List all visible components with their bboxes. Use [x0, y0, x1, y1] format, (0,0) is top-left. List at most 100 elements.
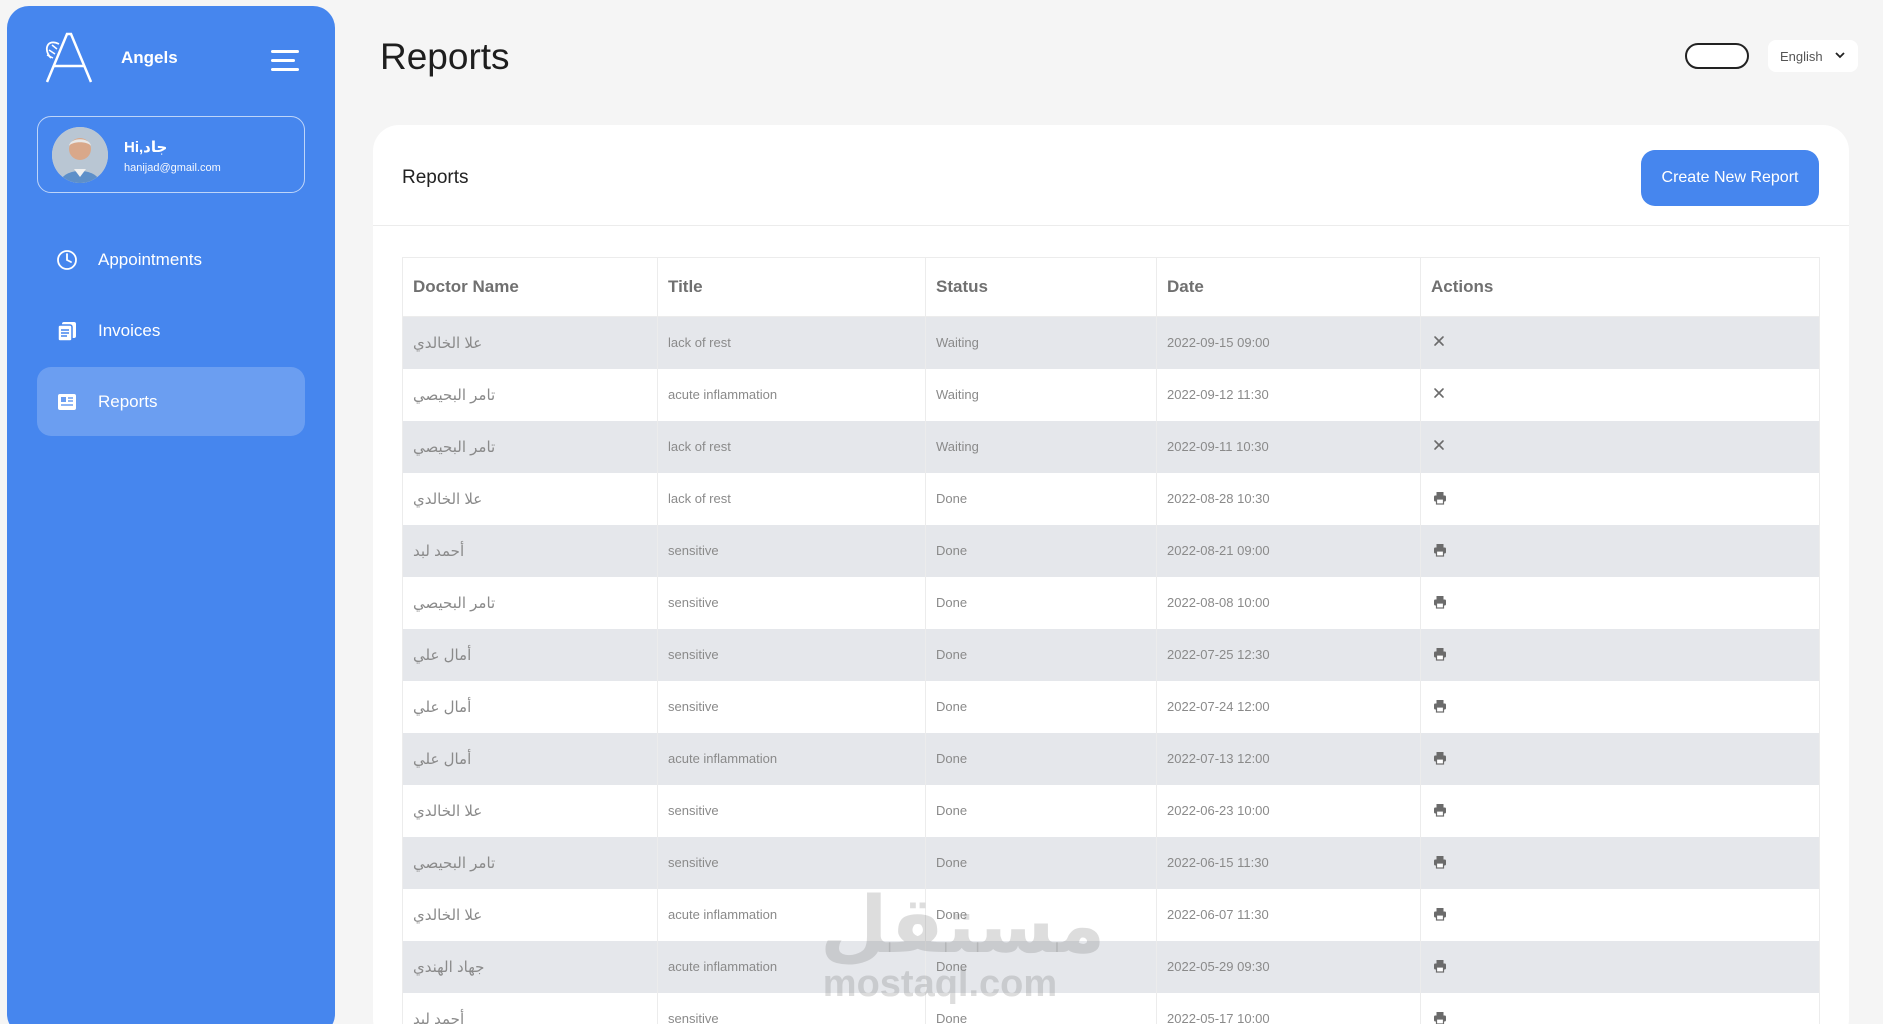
theme-toggle[interactable]: [1685, 43, 1749, 69]
print-icon[interactable]: [1433, 595, 1449, 611]
print-icon[interactable]: [1433, 803, 1449, 819]
table-row: تامر البحيصي lack of rest Waiting 2022-09-1…: [402, 420, 1820, 473]
cell-title: acute inflammation: [657, 368, 926, 421]
menu-toggle-icon[interactable]: [271, 50, 301, 74]
cell-doctor-name: أحمد لبد: [402, 992, 658, 1024]
cell-date: 2022-05-29 09:30: [1156, 940, 1421, 993]
cell-actions: [1420, 628, 1820, 681]
cell-status: Done: [925, 940, 1157, 993]
cell-date: 2022-05-17 10:00: [1156, 992, 1421, 1024]
reports-card: Reports Create New Report Doctor Name Ti…: [373, 125, 1849, 1024]
cell-doctor-name: تامر البحيصي: [402, 420, 658, 473]
cell-actions: [1420, 420, 1820, 473]
cell-actions: [1420, 680, 1820, 733]
cell-date: 2022-07-25 12:30: [1156, 628, 1421, 681]
cell-title: acute inflammation: [657, 940, 926, 993]
cell-title: sensitive: [657, 836, 926, 889]
cell-date: 2022-09-15 09:00: [1156, 316, 1421, 369]
cancel-icon[interactable]: [1433, 335, 1449, 351]
reports-icon: [55, 390, 79, 414]
cell-actions: [1420, 940, 1820, 993]
column-header-title[interactable]: Title: [657, 257, 926, 317]
cancel-icon[interactable]: [1433, 439, 1449, 455]
angels-logo-icon: [45, 32, 93, 83]
cell-actions: [1420, 316, 1820, 369]
print-icon[interactable]: [1433, 491, 1449, 507]
cell-actions: [1420, 732, 1820, 785]
cell-status: Waiting: [925, 420, 1157, 473]
cell-status: Done: [925, 836, 1157, 889]
cell-title: lack of rest: [657, 472, 926, 525]
cell-actions: [1420, 576, 1820, 629]
cell-title: sensitive: [657, 784, 926, 837]
table-header-row: Doctor Name Title Status Date Actions: [402, 257, 1820, 317]
print-icon[interactable]: [1433, 1011, 1449, 1024]
cell-status: Done: [925, 680, 1157, 733]
cell-status: Waiting: [925, 316, 1157, 369]
create-report-button[interactable]: Create New Report: [1641, 150, 1819, 206]
column-header-status[interactable]: Status: [925, 257, 1157, 317]
table-row: جهاد الهندي acute inflammation Done 2022-05…: [402, 940, 1820, 993]
cell-doctor-name: علا الخالدي: [402, 472, 658, 525]
column-header-date[interactable]: Date: [1156, 257, 1421, 317]
reports-table: Doctor Name Title Status Date Actions عل…: [402, 257, 1820, 1024]
cancel-icon[interactable]: [1433, 387, 1449, 403]
table-row: أمال علي sensitive Done 2022-07-24 12:00: [402, 680, 1820, 733]
cell-doctor-name: أمال علي: [402, 732, 658, 785]
cell-doctor-name: أحمد لبد: [402, 524, 658, 577]
table-row: علا الخالدي lack of rest Done 2022-08-28 10…: [402, 472, 1820, 525]
print-icon[interactable]: [1433, 959, 1449, 975]
print-icon[interactable]: [1433, 751, 1449, 767]
language-select[interactable]: English: [1768, 40, 1858, 72]
table-row: علا الخالدي sensitive Done 2022-06-23 10:00: [402, 784, 1820, 837]
cell-date: 2022-07-13 12:00: [1156, 732, 1421, 785]
table-row: تامر البحيصي sensitive Done 2022-06-15 11:3…: [402, 836, 1820, 889]
cell-actions: [1420, 992, 1820, 1024]
cell-doctor-name: تامر البحيصي: [402, 368, 658, 421]
cell-status: Done: [925, 524, 1157, 577]
print-icon[interactable]: [1433, 543, 1449, 559]
print-icon[interactable]: [1433, 647, 1449, 663]
cell-status: Done: [925, 576, 1157, 629]
cell-doctor-name: تامر البحيصي: [402, 836, 658, 889]
sidebar-item-invoices[interactable]: Invoices: [37, 296, 305, 365]
table-row: أمال علي sensitive Done 2022-07-25 12:30: [402, 628, 1820, 681]
print-icon[interactable]: [1433, 907, 1449, 923]
cell-doctor-name: علا الخالدي: [402, 784, 658, 837]
cell-title: acute inflammation: [657, 732, 926, 785]
cell-status: Done: [925, 784, 1157, 837]
user-greeting: Hi,جاد: [124, 139, 168, 156]
cell-doctor-name: علا الخالدي: [402, 316, 658, 369]
cell-title: sensitive: [657, 628, 926, 681]
table-row: علا الخالدي lack of rest Waiting 2022-09-15…: [402, 316, 1820, 369]
table-row: أحمد لبد sensitive Done 2022-08-21 09:00: [402, 524, 1820, 577]
cell-date: 2022-08-08 10:00: [1156, 576, 1421, 629]
language-value: English: [1780, 48, 1823, 64]
cell-status: Done: [925, 472, 1157, 525]
cell-doctor-name: أمال علي: [402, 628, 658, 681]
sidebar-item-appointments[interactable]: Appointments: [37, 225, 305, 294]
cell-actions: [1420, 836, 1820, 889]
invoices-icon: [55, 319, 79, 343]
table-row: أحمد لبد sensitive Done 2022-05-17 10:00: [402, 992, 1820, 1024]
card-header: Reports Create New Report: [373, 125, 1849, 226]
cell-date: 2022-09-12 11:30: [1156, 368, 1421, 421]
table-row: أمال علي acute inflammation Done 2022-07-13…: [402, 732, 1820, 785]
print-icon[interactable]: [1433, 855, 1449, 871]
cell-doctor-name: علا الخالدي: [402, 888, 658, 941]
cell-title: sensitive: [657, 524, 926, 577]
page-title: Reports: [380, 36, 510, 77]
cell-date: 2022-09-11 10:30: [1156, 420, 1421, 473]
brand[interactable]: Angels: [41, 30, 178, 86]
user-card[interactable]: Hi,جاد hanijad@gmail.com: [37, 116, 305, 193]
cell-doctor-name: أمال علي: [402, 680, 658, 733]
print-icon[interactable]: [1433, 699, 1449, 715]
sidebar: Angels Hi,جاد hanijad@gmail.com Appointm…: [7, 6, 335, 1024]
cell-doctor-name: جهاد الهندي: [402, 940, 658, 993]
column-header-doctor[interactable]: Doctor Name: [402, 257, 658, 317]
cell-title: sensitive: [657, 680, 926, 733]
cell-title: sensitive: [657, 992, 926, 1024]
sidebar-item-reports[interactable]: Reports: [37, 367, 305, 436]
cell-date: 2022-07-24 12:00: [1156, 680, 1421, 733]
cell-actions: [1420, 524, 1820, 577]
